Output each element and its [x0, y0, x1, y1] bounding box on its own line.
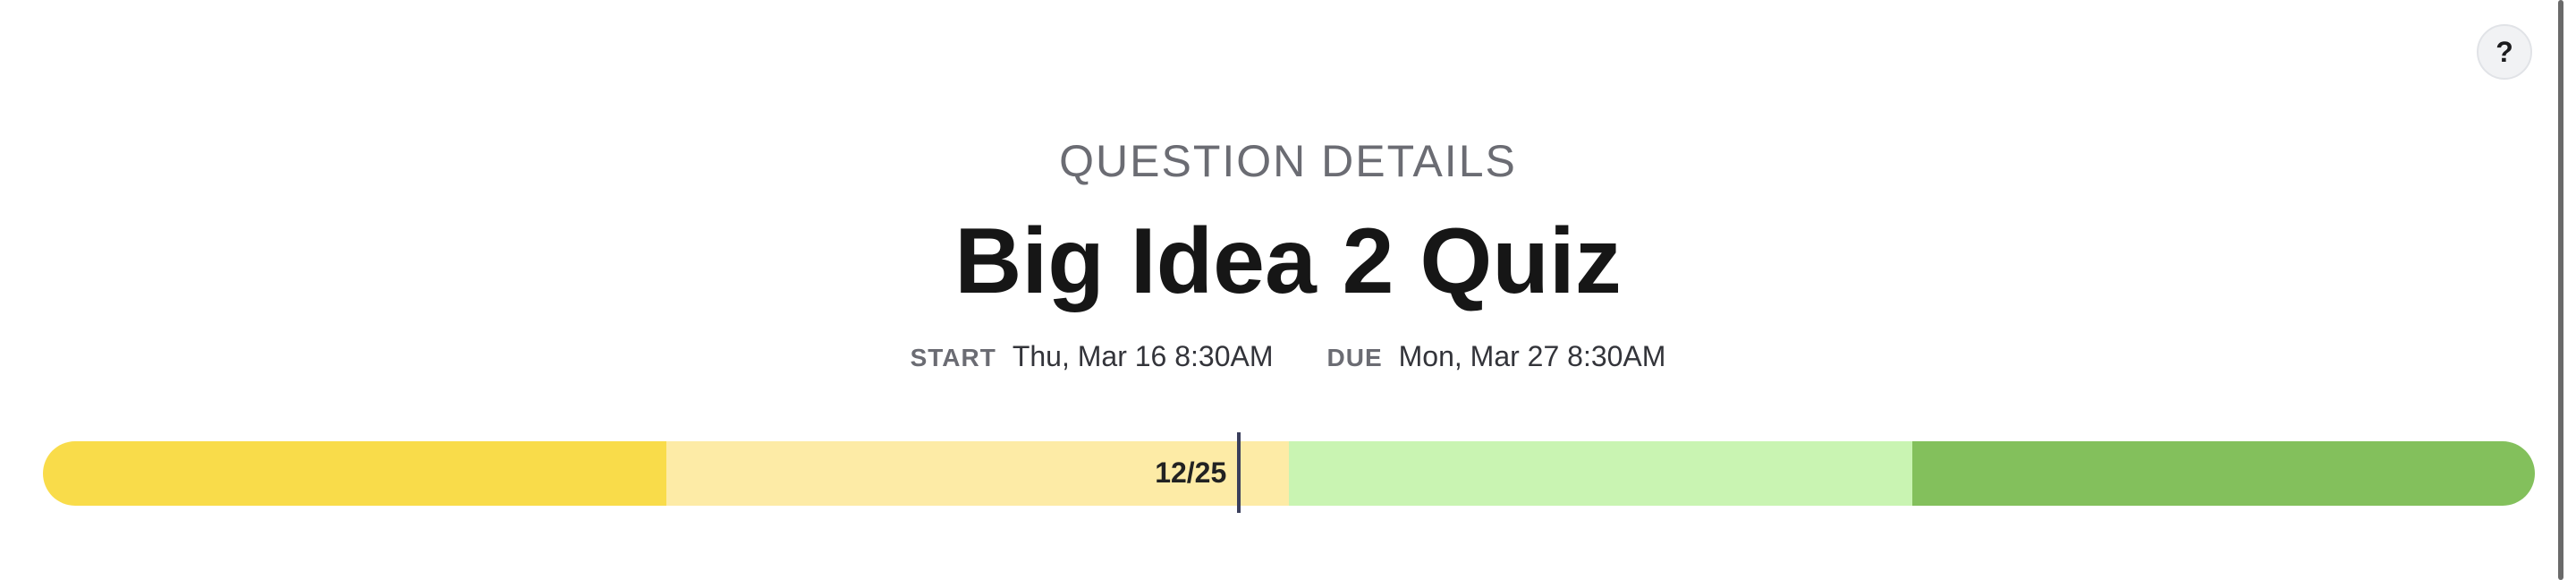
progress-segment-4 — [1911, 441, 2535, 506]
due-date-value: Mon, Mar 27 8:30AM — [1398, 340, 1666, 372]
start-date-value: Thu, Mar 16 8:30AM — [1012, 340, 1274, 372]
due-date: DUE Mon, Mar 27 8:30AM — [1327, 337, 1666, 378]
page-title: Big Idea 2 Quiz — [954, 209, 1622, 313]
progress-label: 12/25 — [1155, 456, 1227, 489]
progress-marker — [1237, 432, 1241, 513]
start-date-label: START — [910, 344, 996, 371]
due-date-label: DUE — [1326, 344, 1383, 371]
help-icon: ? — [2496, 35, 2513, 68]
progress-segment-3 — [1289, 441, 1912, 506]
date-range: START Thu, Mar 16 8:30AM DUE Mon, Mar 27… — [0, 337, 2576, 378]
progress-bar — [43, 441, 2535, 506]
progress-segment-1 — [43, 441, 666, 506]
start-date: START Thu, Mar 16 8:30AM — [911, 337, 1274, 378]
page-subtitle: QUESTION DETAILS — [1059, 136, 1517, 186]
help-button[interactable]: ? — [2477, 24, 2532, 80]
